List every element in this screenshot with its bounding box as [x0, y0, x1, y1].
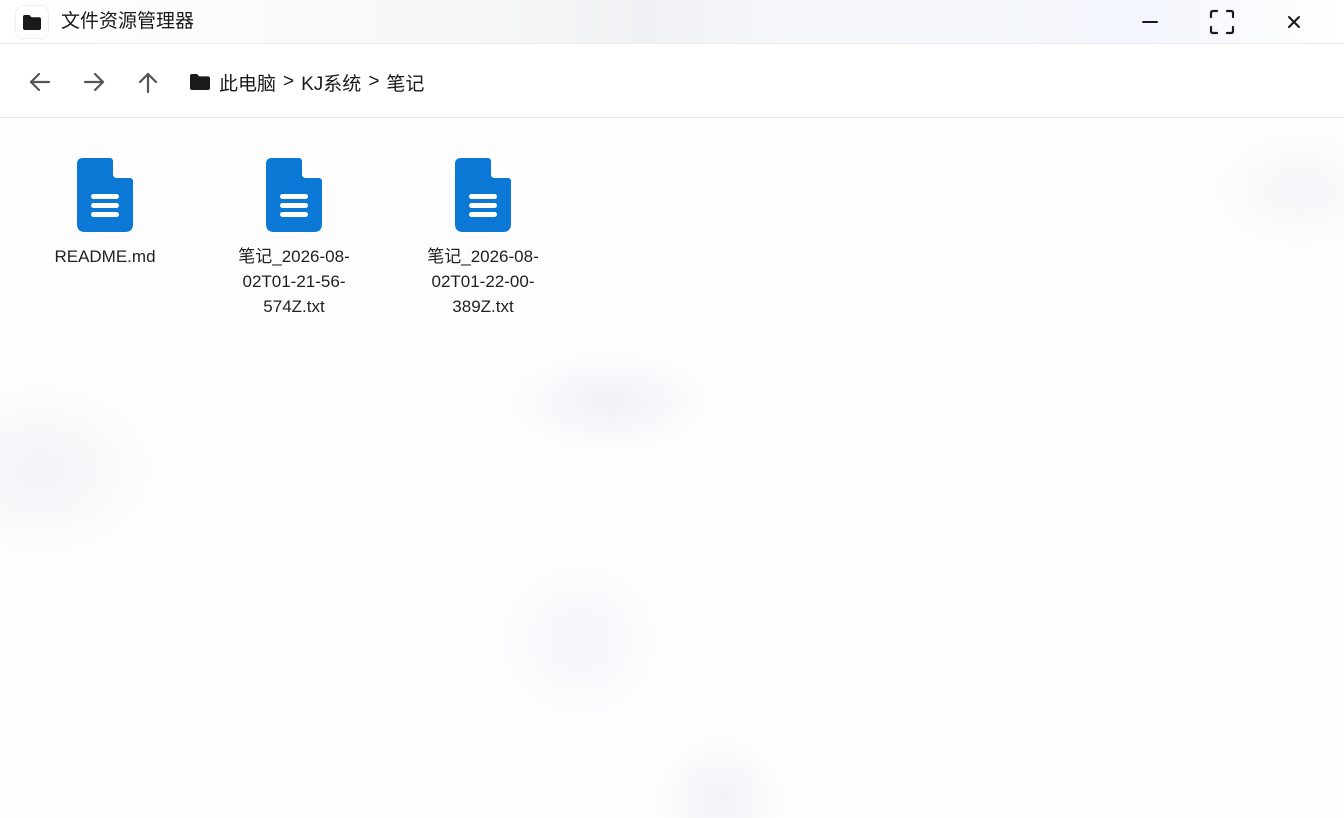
breadcrumb-separator: > [368, 71, 380, 92]
document-icon [266, 158, 322, 232]
breadcrumb-item-this-pc[interactable]: 此电脑 [219, 69, 276, 96]
file-item-readme[interactable]: README.md [35, 158, 175, 269]
title-bar: 文件资源管理器 [0, 0, 1344, 44]
close-icon [1288, 16, 1300, 28]
breadcrumb-item-kj-system[interactable]: KJ系统 [301, 69, 361, 96]
arrow-left-icon [29, 72, 51, 92]
arrow-up-icon [138, 72, 158, 93]
up-button[interactable] [133, 67, 163, 97]
breadcrumb: 此电脑 > KJ系统 > 笔记 [189, 69, 424, 96]
file-name: 笔记_2026-08-02T01-22-00-389Z.txt [427, 247, 539, 316]
minimize-icon [1142, 21, 1158, 23]
maximize-icon [1209, 9, 1235, 35]
close-button[interactable] [1268, 0, 1320, 44]
breadcrumb-item-notes[interactable]: 笔记 [386, 69, 424, 96]
forward-button[interactable] [79, 67, 109, 97]
navigation-bar: 此电脑 > KJ系统 > 笔记 [0, 44, 1344, 118]
document-icon [455, 158, 511, 232]
maximize-button[interactable] [1196, 0, 1248, 44]
breadcrumb-separator: > [283, 71, 295, 92]
file-item-note-2[interactable]: 笔记_2026-08-02T01-22-00-389Z.txt [413, 158, 553, 319]
file-name: README.md [54, 247, 156, 266]
folder-icon [189, 73, 211, 91]
back-button[interactable] [25, 67, 55, 97]
arrow-right-icon [83, 72, 105, 92]
window-title: 文件资源管理器 [61, 11, 195, 32]
document-icon [77, 158, 133, 232]
file-item-note-1[interactable]: 笔记_2026-08-02T01-21-56-574Z.txt [224, 158, 364, 319]
minimize-button[interactable] [1124, 0, 1176, 44]
file-name: 笔记_2026-08-02T01-21-56-574Z.txt [238, 247, 350, 316]
folder-icon [16, 6, 48, 38]
